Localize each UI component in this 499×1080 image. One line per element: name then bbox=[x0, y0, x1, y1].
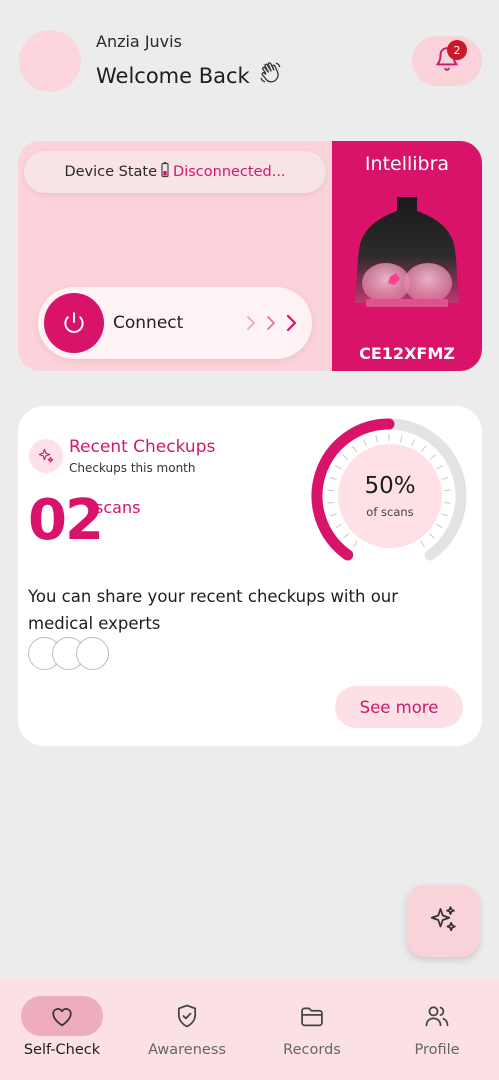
gauge-tick bbox=[429, 454, 436, 460]
gauge-tick bbox=[441, 476, 449, 481]
welcome-heading: Welcome Back bbox=[96, 60, 284, 91]
scan-count-unit: scans bbox=[95, 498, 141, 517]
device-name: Intellibra bbox=[364, 153, 450, 175]
device-panel: Intellibra CE12XFMZ bbox=[332, 141, 482, 371]
gauge-tick bbox=[421, 445, 427, 453]
gauge-tick bbox=[428, 533, 435, 539]
welcome-text: Welcome Back bbox=[96, 63, 250, 88]
connect-button[interactable]: Connect bbox=[38, 287, 312, 359]
device-state-label: Device State bbox=[64, 164, 158, 180]
gauge-tick bbox=[410, 439, 415, 447]
chevron-right-icon bbox=[244, 313, 304, 333]
folder-icon bbox=[271, 996, 353, 1036]
sparkle-icon bbox=[29, 439, 63, 473]
gauge-tick bbox=[435, 523, 443, 529]
waving-hand-icon bbox=[258, 60, 284, 91]
device-code: CE12XFMZ bbox=[359, 344, 455, 363]
nav-label: Records bbox=[283, 1042, 341, 1058]
nav-item-profile[interactable]: Profile bbox=[375, 978, 499, 1080]
gauge-center: 50% of scans bbox=[338, 444, 442, 548]
nav-item-self-check[interactable]: Self-Check bbox=[0, 978, 124, 1080]
gauge-tick bbox=[330, 513, 338, 517]
battery-icon bbox=[161, 162, 169, 182]
nav-item-records[interactable]: Records bbox=[250, 978, 374, 1080]
power-icon bbox=[44, 293, 104, 353]
gauge-tick bbox=[399, 435, 403, 443]
gauge-percentage: 50% bbox=[364, 473, 416, 499]
connect-label: Connect bbox=[113, 313, 184, 333]
share-text: You can share your recent checkups with … bbox=[28, 587, 399, 633]
gauge-tick bbox=[375, 435, 379, 443]
checkups-card: Recent Checkups Checkups this month 02 s… bbox=[18, 406, 482, 746]
nav-label: Self-Check bbox=[23, 1042, 101, 1058]
see-more-button[interactable]: See more bbox=[335, 686, 463, 728]
gauge-tick bbox=[329, 476, 337, 481]
gauge-unit: of scans bbox=[366, 505, 414, 519]
device-state-value: Disconnected... bbox=[173, 164, 286, 180]
gauge-tick bbox=[443, 489, 451, 492]
gauge-tick bbox=[335, 523, 343, 529]
gauge-tick bbox=[420, 540, 426, 548]
gauge-tick bbox=[342, 454, 349, 460]
gauge-tick bbox=[363, 439, 368, 447]
users-icon bbox=[396, 996, 478, 1036]
device-state-pill: Device State Disconnected... bbox=[24, 151, 326, 193]
nav-label: Awareness bbox=[148, 1042, 226, 1058]
device-image bbox=[342, 191, 472, 321]
gauge-tick bbox=[436, 464, 444, 470]
notification-badge: 2 bbox=[447, 40, 467, 60]
scan-count: 02 bbox=[28, 488, 104, 553]
shield-check-icon bbox=[146, 996, 228, 1036]
sparkle-icon bbox=[428, 904, 458, 938]
expert-avatar bbox=[76, 637, 109, 670]
nav-item-awareness[interactable]: Awareness bbox=[125, 978, 249, 1080]
gauge-tick bbox=[351, 445, 357, 453]
notifications-button[interactable] bbox=[412, 36, 482, 86]
gauge-tick bbox=[443, 501, 451, 504]
user-name: Anzia Juvis bbox=[96, 32, 182, 51]
avatar[interactable] bbox=[19, 30, 81, 92]
gauge-tick bbox=[327, 501, 335, 504]
nav-label: Profile bbox=[414, 1042, 460, 1058]
gauge-tick bbox=[343, 533, 350, 539]
gauge-tick bbox=[440, 513, 448, 517]
recent-checkups-subtitle: Checkups this month bbox=[69, 461, 196, 475]
ai-assistant-button[interactable] bbox=[407, 885, 479, 957]
device-card: Device State Disconnected... Connect Int… bbox=[18, 141, 482, 371]
gauge-tick bbox=[334, 464, 342, 470]
heart-icon bbox=[21, 996, 103, 1036]
gauge-tick bbox=[352, 540, 358, 548]
recent-checkups-title: Recent Checkups bbox=[69, 437, 216, 457]
gauge-tick bbox=[327, 489, 335, 492]
bottom-navigation: Self-Check Awareness Records Profile bbox=[0, 978, 499, 1080]
